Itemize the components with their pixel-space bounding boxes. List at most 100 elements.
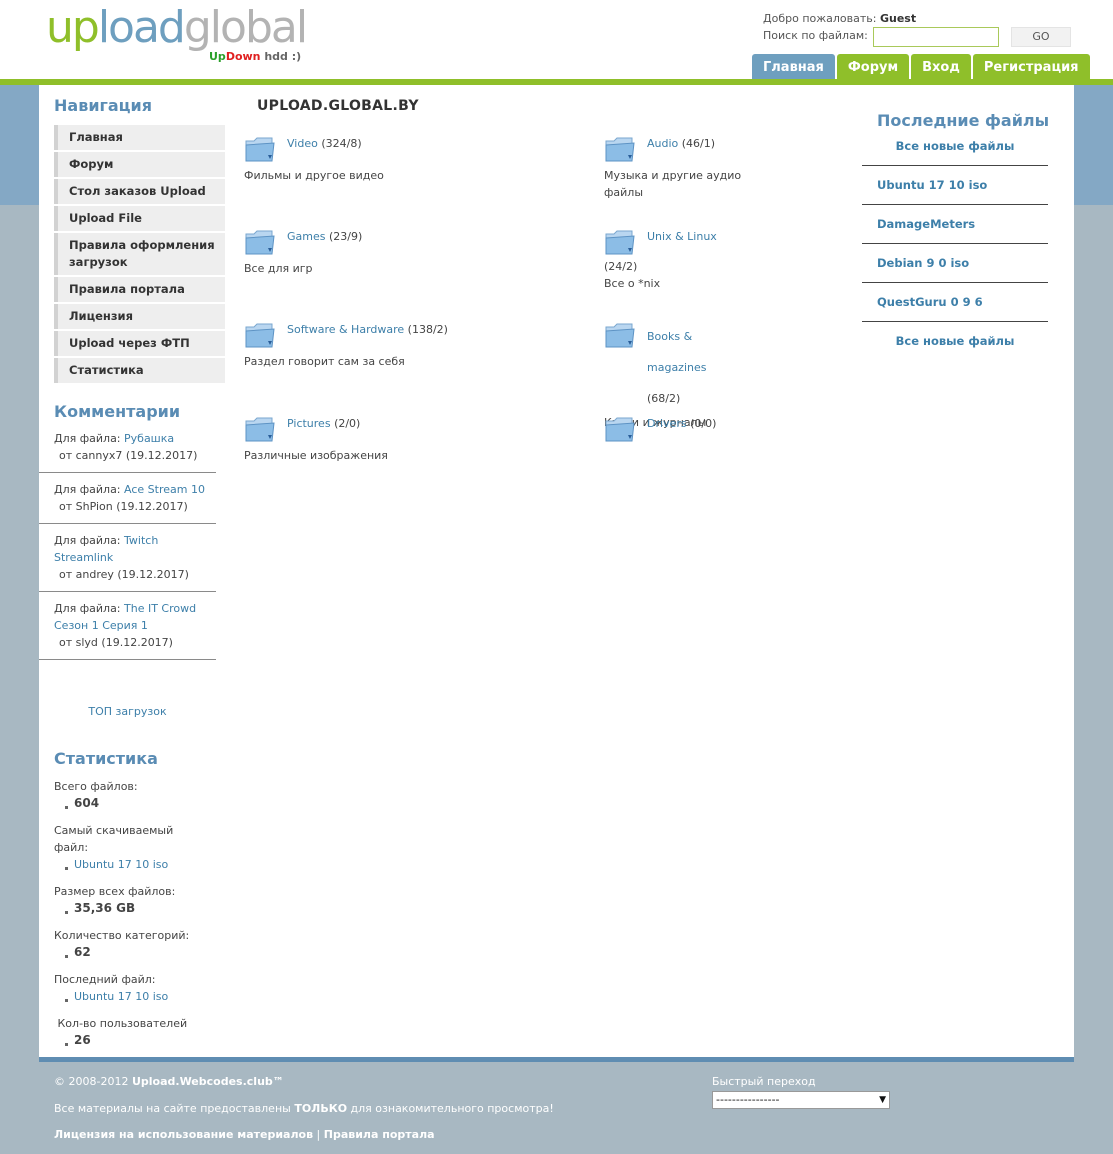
tab-register[interactable]: Регистрация bbox=[972, 54, 1090, 79]
folder-icon[interactable] bbox=[604, 321, 636, 351]
folder-icon[interactable] bbox=[604, 415, 636, 445]
note-bold: ТОЛЬКО bbox=[294, 1102, 348, 1115]
sidebar-item-orders[interactable]: Стол заказов Upload bbox=[54, 179, 225, 204]
recent-file-link[interactable]: Ubuntu 17 10 iso bbox=[877, 177, 1048, 194]
category-description: Различные изображения bbox=[244, 449, 388, 462]
stat-value: 35,36 GB bbox=[54, 900, 204, 917]
recent-file-link[interactable]: Debian 9 0 iso bbox=[877, 255, 1048, 272]
note-prefix: Все материалы на сайте предоставлены bbox=[54, 1102, 295, 1115]
page-title: UPLOAD.GLOBAL.BY bbox=[257, 98, 419, 114]
category-link[interactable]: Unix & Linux bbox=[647, 230, 717, 243]
category-link[interactable]: Drivers bbox=[647, 417, 687, 430]
tab-home[interactable]: Главная bbox=[752, 54, 835, 79]
category-link[interactable]: Books & magazines bbox=[647, 330, 706, 374]
sidebar-item-ftp-upload[interactable]: Upload через ФТП bbox=[54, 331, 225, 356]
site-logo[interactable]: uploadglobal UpDown hdd :) bbox=[46, 2, 308, 63]
all-new-files-link[interactable]: Все новые файлы bbox=[862, 333, 1048, 350]
category-item: Drivers (0/0) bbox=[604, 415, 764, 447]
comment-prefix: Для файла: bbox=[54, 432, 125, 445]
welcome-prefix: Добро пожаловать: bbox=[763, 12, 877, 25]
tagline-rest: hdd :) bbox=[260, 50, 302, 63]
footer-copyright: © 2008-2012 Upload.Webcodes.club™ bbox=[54, 1075, 284, 1088]
search-label: Поиск по файлам: bbox=[763, 29, 868, 42]
stat-file-link[interactable]: Ubuntu 17 10 iso bbox=[74, 858, 168, 871]
category-count: (2/0) bbox=[334, 417, 361, 430]
all-new-files-link[interactable]: Все новые файлы bbox=[862, 138, 1048, 155]
top-downloads-link[interactable]: ТОП загрузок bbox=[88, 705, 166, 718]
portal-rules-link[interactable]: Правила портала bbox=[324, 1128, 435, 1141]
category-link[interactable]: Games bbox=[287, 230, 325, 243]
note-suffix: для ознакомительного просмотра! bbox=[347, 1102, 554, 1115]
category-count: (46/1) bbox=[681, 137, 716, 150]
sidebar-item-license[interactable]: Лицензия bbox=[54, 304, 225, 329]
category-description: Раздел говорит сам за себя bbox=[244, 355, 405, 368]
sidebar-item-upload-file[interactable]: Upload File bbox=[54, 206, 225, 231]
recent-files: Все новые файлы Ubuntu 17 10 iso DamageM… bbox=[862, 110, 1048, 361]
stat-item: Размер всех файлов: 35,36 GB bbox=[54, 883, 204, 917]
stat-label: Последний файл: bbox=[54, 973, 156, 986]
comments-title: Комментарии bbox=[54, 402, 181, 421]
stat-item: Количество категорий: 62 bbox=[54, 927, 204, 961]
stat-item: Самый скачиваемый файл: Ubuntu 17 10 iso bbox=[54, 822, 204, 873]
category-description: Музыка и другие аудио файлы bbox=[604, 169, 742, 199]
sidebar-item-portal-rules[interactable]: Правила портала bbox=[54, 277, 225, 302]
category-count: (23/9) bbox=[328, 230, 363, 243]
stat-item: Последний файл: Ubuntu 17 10 iso bbox=[54, 971, 204, 1005]
recent-file-link[interactable]: QuestGuru 0 9 6 bbox=[877, 294, 1048, 311]
folder-icon[interactable] bbox=[244, 415, 276, 445]
folder-icon[interactable] bbox=[244, 321, 276, 351]
stat-value: Ubuntu 17 10 iso bbox=[54, 856, 204, 873]
sidebar-item-forum[interactable]: Форум bbox=[54, 152, 225, 177]
stat-file-link[interactable]: Ubuntu 17 10 iso bbox=[74, 990, 168, 1003]
license-link[interactable]: Лицензия на использование материалов bbox=[54, 1128, 313, 1141]
search-input[interactable] bbox=[873, 27, 999, 47]
tab-login[interactable]: Вход bbox=[911, 54, 971, 79]
recent-file-item: DamageMeters bbox=[862, 205, 1048, 244]
quick-jump-label: Быстрый переход bbox=[712, 1075, 816, 1088]
stat-label: Всего файлов: bbox=[54, 780, 138, 793]
category-count: (138/2) bbox=[407, 323, 448, 336]
category-count: (68/2) bbox=[647, 392, 681, 405]
search-go-button[interactable]: GO bbox=[1011, 27, 1071, 47]
comment-prefix: Для файла: bbox=[54, 534, 125, 547]
comment-file-link[interactable]: Ace Stream 10 bbox=[124, 483, 205, 496]
logo-tagline: UpDown hdd :) bbox=[209, 50, 301, 63]
header: uploadglobal UpDown hdd :) Добро пожалов… bbox=[0, 0, 1113, 79]
tab-forum[interactable]: Форум bbox=[836, 54, 910, 79]
category-description: Фильмы и другое видео bbox=[244, 169, 384, 182]
category-link[interactable]: Audio bbox=[647, 137, 678, 150]
category-item: Games (23/9) Все для игр bbox=[244, 228, 474, 277]
folder-icon[interactable] bbox=[244, 228, 276, 258]
folder-icon[interactable] bbox=[604, 135, 636, 165]
category-item: Unix & Linux (24/2) Все о *nix bbox=[604, 228, 764, 292]
comment-item: Для файла: Рубашка от cannyx7 (19.12.201… bbox=[39, 430, 216, 473]
category-description: Все о *nix bbox=[604, 277, 661, 290]
folder-icon[interactable] bbox=[604, 228, 636, 258]
comment-item: Для файла: The IT Crowd Сезон 1 Серия 1 … bbox=[39, 600, 216, 660]
comment-author: от slyd (19.12.2017) bbox=[59, 636, 173, 649]
footer-separator: | bbox=[313, 1128, 324, 1141]
stat-value: 26 bbox=[54, 1032, 204, 1049]
sidebar-item-upload-rules[interactable]: Правила оформления загрузок bbox=[54, 233, 225, 275]
stat-label: Количество категорий: bbox=[54, 929, 190, 942]
recent-file-link[interactable]: DamageMeters bbox=[877, 216, 1048, 233]
category-item: Software & Hardware (138/2) Раздел говор… bbox=[244, 321, 474, 370]
category-item: Pictures (2/0) Различные изображения bbox=[244, 415, 474, 464]
welcome-text: Добро пожаловать: Guest bbox=[763, 12, 916, 25]
sidebar-item-statistics[interactable]: Статистика bbox=[54, 358, 225, 383]
stat-value: 604 bbox=[54, 795, 204, 812]
recent-file-item: QuestGuru 0 9 6 bbox=[862, 283, 1048, 322]
category-count: (0/0) bbox=[690, 417, 717, 430]
folder-icon[interactable] bbox=[244, 135, 276, 165]
statistics-list: Всего файлов: 604 Самый скачиваемый файл… bbox=[54, 778, 204, 1059]
quick-jump-select[interactable]: ---------------- ▼ bbox=[712, 1091, 890, 1109]
category-count: (324/8) bbox=[321, 137, 362, 150]
sidebar-item-home[interactable]: Главная bbox=[54, 125, 225, 150]
category-item: Audio (46/1) Музыка и другие аудио файлы bbox=[604, 135, 764, 201]
statistics-title: Статистика bbox=[54, 749, 158, 768]
category-link[interactable]: Pictures bbox=[287, 417, 331, 430]
category-link[interactable]: Video bbox=[287, 137, 318, 150]
category-link[interactable]: Software & Hardware bbox=[287, 323, 404, 336]
copyright-prefix: © 2008-2012 bbox=[54, 1075, 132, 1088]
comment-file-link[interactable]: Рубашка bbox=[124, 432, 174, 445]
